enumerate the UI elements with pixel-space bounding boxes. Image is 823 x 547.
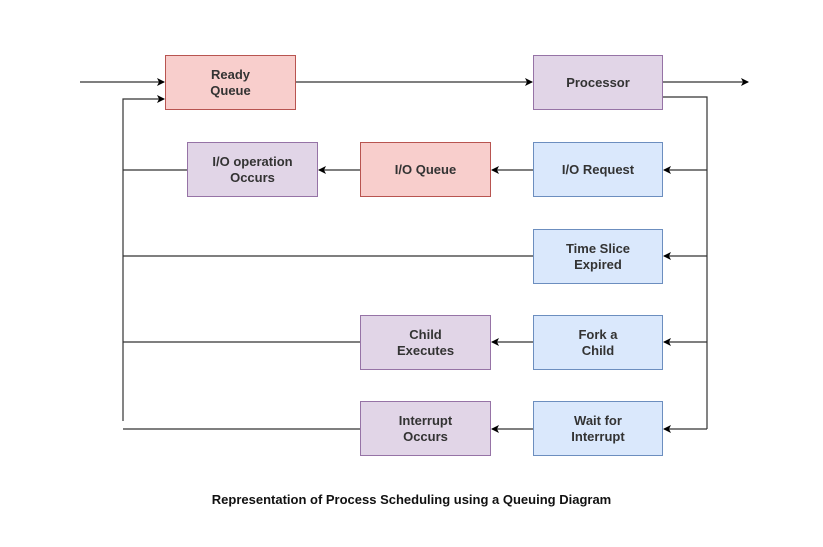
io-queue-node: I/O Queue (360, 142, 491, 197)
edge-left-bus-ready (122, 95, 165, 421)
connector-layer (80, 78, 749, 433)
fork-child-node: Fork a Child (533, 315, 663, 370)
time-slice-node: Time Slice Expired (533, 229, 663, 284)
io-request-node: I/O Request (533, 142, 663, 197)
ready-queue-node: Ready Queue (165, 55, 296, 110)
io-operation-node: I/O operation Occurs (187, 142, 318, 197)
edge-processor-bus (663, 96, 708, 429)
interrupt-occurs-node: Interrupt Occurs (360, 401, 491, 456)
processor-node: Processor (533, 55, 663, 110)
child-executes-node: Child Executes (360, 315, 491, 370)
wait-interrupt-node: Wait for Interrupt (533, 401, 663, 456)
diagram-caption: Representation of Process Scheduling usi… (211, 492, 612, 507)
